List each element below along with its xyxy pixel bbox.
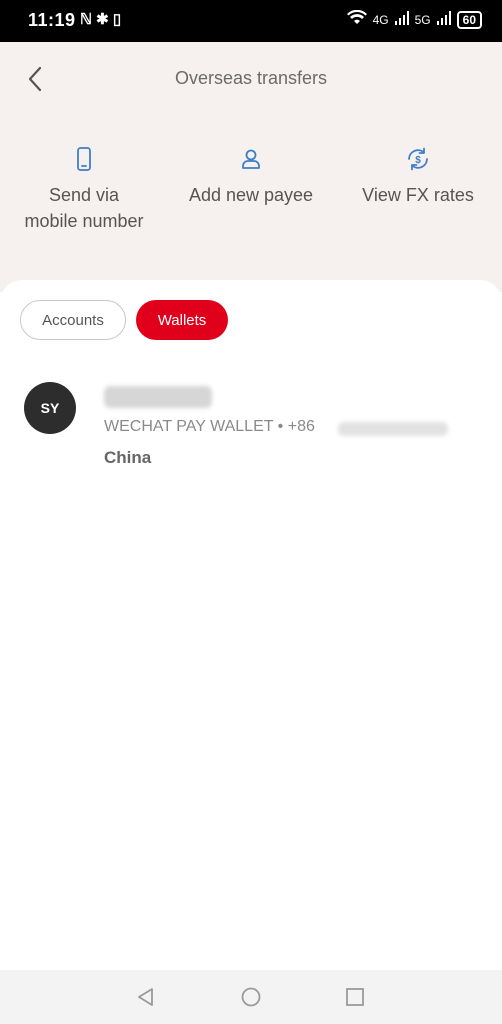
status-left-icons: ℕ ✱ ▯: [80, 11, 122, 28]
fx-rates-icon: $: [408, 147, 428, 171]
view-fx-rates-button[interactable]: $ View FX rates: [338, 146, 498, 208]
header: Overseas transfers Send via mobile numbe…: [0, 42, 502, 292]
avatar: SY: [24, 382, 76, 434]
send-via-mobile-label-line2: mobile number: [24, 211, 144, 231]
view-fx-rates-label: View FX rates: [362, 185, 474, 205]
tab-accounts[interactable]: Accounts: [20, 300, 126, 340]
add-new-payee-label: Add new payee: [188, 185, 314, 205]
nav-home-button[interactable]: [240, 986, 262, 1008]
payee-country: China: [104, 448, 152, 467]
wifi-icon: [346, 9, 367, 29]
send-via-mobile-label-line1: Send via: [48, 185, 120, 205]
status-time: 11:19: [28, 10, 76, 30]
nav-back-button[interactable]: [135, 986, 157, 1008]
signal-bars-icon: [394, 11, 409, 28]
battery-icon: 60: [456, 10, 482, 29]
status-bar: 11:19 ℕ ✱ ▯ 4G 5G 60: [0, 0, 502, 42]
nav-recents-button[interactable]: [344, 986, 366, 1008]
person-icon: [242, 149, 260, 169]
payee-name-redacted: [104, 386, 212, 408]
payee-list-item[interactable]: SY WECHAT PAY WALLET • +86 China: [24, 380, 484, 472]
signal-5g-icon: 5G: [414, 12, 431, 27]
signal-4g-icon: 4G: [372, 12, 389, 27]
square-recents-icon: [346, 988, 364, 1006]
circle-home-icon: [241, 987, 261, 1007]
add-new-payee-button[interactable]: Add new payee: [171, 146, 331, 208]
status-right-icons: 4G 5G 60: [346, 9, 482, 29]
payee-list-panel: Accounts Wallets SY WECHAT PAY WALLET • …: [0, 280, 502, 970]
system-nav-bar: [0, 970, 502, 1024]
payee-type-tabs: Accounts Wallets: [20, 300, 228, 340]
payee-wallet-info: WECHAT PAY WALLET • +86: [104, 418, 315, 435]
signal-bars-icon: [436, 11, 451, 28]
svg-text:$: $: [415, 155, 421, 166]
page-title: Overseas transfers: [174, 68, 328, 88]
payee-phone-redacted: [338, 422, 448, 436]
mobile-phone-icon: [77, 147, 91, 171]
tab-wallets[interactable]: Wallets: [136, 300, 228, 340]
send-via-mobile-button[interactable]: Send via mobile number: [4, 146, 164, 234]
triangle-back-icon: [138, 988, 153, 1006]
